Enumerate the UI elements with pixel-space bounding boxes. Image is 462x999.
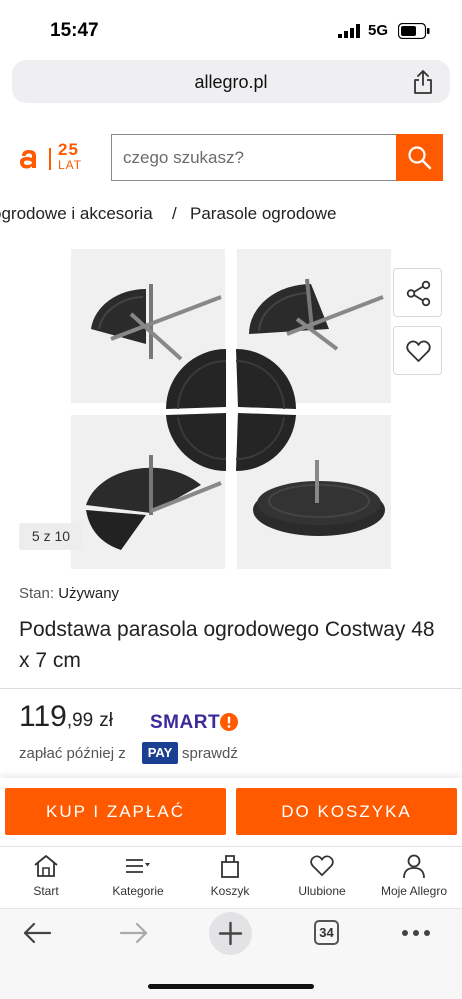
nav-item-cart[interactable]: Koszyk (184, 853, 276, 898)
network-type: 5G (368, 22, 389, 39)
home-indicator (148, 984, 314, 989)
tabs-button[interactable]: 34 (314, 920, 339, 945)
plus-icon (218, 921, 243, 946)
nav-item-my-allegro[interactable]: Moje Allegro (368, 853, 460, 898)
condition-label: Stan: (19, 585, 55, 602)
logo-word: LAT (58, 158, 83, 172)
price-decimal: ,99 (66, 710, 94, 731)
search-placeholder: czego szukasz? (123, 148, 244, 167)
paylater-text: zapłać później z (19, 745, 126, 762)
breadcrumb-separator: / (172, 204, 177, 223)
menu-icon (126, 859, 150, 873)
heart-icon (310, 855, 334, 877)
price-integer: 119 (19, 700, 67, 733)
status-time: 15:47 (50, 20, 99, 41)
buy-now-button[interactable]: KUP I ZAPŁAĆ (5, 788, 226, 835)
share-icon (406, 280, 431, 307)
divider (0, 688, 462, 689)
condition-value: Używany (58, 585, 120, 602)
add-to-cart-button[interactable]: DO KOSZYKA (236, 788, 457, 835)
smart-label: SMART (150, 712, 221, 733)
status-bar: 15:47 5G (0, 0, 462, 58)
browser-toolbar: 34 (0, 908, 462, 999)
more-icon[interactable] (401, 929, 431, 937)
action-bar: KUP I ZAPŁAĆ DO KOSZYKA (0, 778, 462, 846)
battery-icon (398, 23, 430, 39)
search-button[interactable] (396, 134, 443, 181)
image-counter: 5 z 10 (19, 523, 83, 550)
nav-label: Koszyk (210, 884, 250, 898)
logo-years: 25 (58, 140, 79, 159)
nav-label: Kategorie (112, 884, 164, 898)
new-tab-button[interactable] (209, 912, 252, 955)
bottom-nav: Start Kategorie Koszyk Ulubione Moje All… (0, 846, 462, 908)
bag-icon (221, 855, 239, 878)
nav-label: Ulubione (298, 884, 346, 898)
breadcrumb: ogrodowe i akcesoria / Parasole ogrodowe (0, 204, 462, 228)
share-icon[interactable] (412, 69, 434, 95)
allegro-logo[interactable]: 25 LAT (18, 140, 90, 176)
nav-item-start[interactable]: Start (0, 853, 92, 898)
forward-icon[interactable] (119, 921, 149, 945)
share-button[interactable] (393, 268, 442, 317)
nav-label: Start (33, 884, 59, 898)
address-bar[interactable]: allegro.pl (12, 60, 450, 103)
nav-item-favorites[interactable]: Ulubione (276, 853, 368, 898)
price-currency: zł (99, 710, 113, 731)
breadcrumb-item-parasols[interactable]: Parasole ogrodowe (190, 204, 336, 224)
price: 119,99 zł (19, 700, 113, 734)
smart-info-icon[interactable] (219, 712, 239, 732)
paylater-check-link[interactable]: sprawdź (182, 745, 238, 762)
condition: Stan: Używany (19, 585, 119, 602)
signal-icon (338, 24, 360, 38)
search-icon (408, 146, 432, 170)
nav-label: Moje Allegro (380, 884, 448, 898)
url-text: allegro.pl (194, 72, 268, 92)
home-icon (34, 855, 58, 877)
pay-badge: PAY (142, 742, 178, 764)
back-icon[interactable] (22, 921, 52, 945)
heart-icon (406, 340, 431, 362)
favorite-button[interactable] (393, 326, 442, 375)
search-input[interactable]: czego szukasz? (111, 134, 397, 181)
user-icon (403, 854, 425, 879)
breadcrumb-item-garden-accessories[interactable]: ogrodowe i akcesoria (0, 204, 153, 224)
product-image[interactable] (71, 249, 391, 569)
product-title: Podstawa parasola ogrodowego Costway 48 … (19, 618, 435, 672)
nav-item-categories[interactable]: Kategorie (92, 853, 184, 898)
umbrella-base-center-image (166, 349, 296, 472)
